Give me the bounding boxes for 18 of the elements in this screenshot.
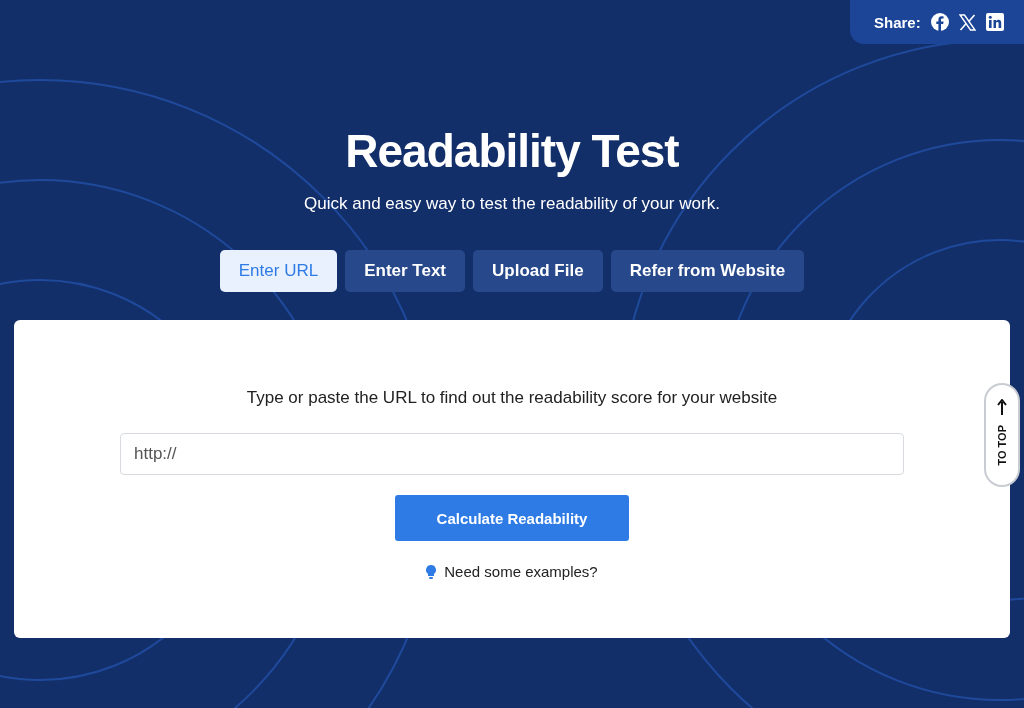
- to-top-button[interactable]: TO TOP: [984, 383, 1020, 487]
- input-mode-tab[interactable]: Enter URL: [219, 250, 338, 292]
- to-top-label: TO TOP: [996, 425, 1008, 466]
- calculate-button[interactable]: Calculate Readability: [395, 495, 629, 541]
- lightbulb-icon: [426, 564, 437, 579]
- examples-link[interactable]: Need some examples?: [444, 563, 598, 580]
- input-mode-tab[interactable]: Upload File: [473, 250, 603, 292]
- facebook-icon[interactable]: [930, 13, 949, 31]
- linkedin-icon[interactable]: [985, 13, 1004, 31]
- share-label: Share:: [874, 13, 921, 31]
- form-prompt: Type or paste the URL to find out the readability score for your website: [246, 388, 778, 408]
- url-input-field[interactable]: http://: [120, 433, 904, 475]
- x-icon[interactable]: [958, 13, 976, 31]
- page-title: Readability Test: [345, 124, 679, 178]
- input-mode-tab[interactable]: Refer from Website: [610, 250, 805, 292]
- page-subtitle: Quick and easy way to test the readability of your work.: [304, 194, 720, 214]
- up-arrow-icon: [997, 399, 1007, 415]
- input-mode-tab[interactable]: Enter Text: [345, 250, 466, 292]
